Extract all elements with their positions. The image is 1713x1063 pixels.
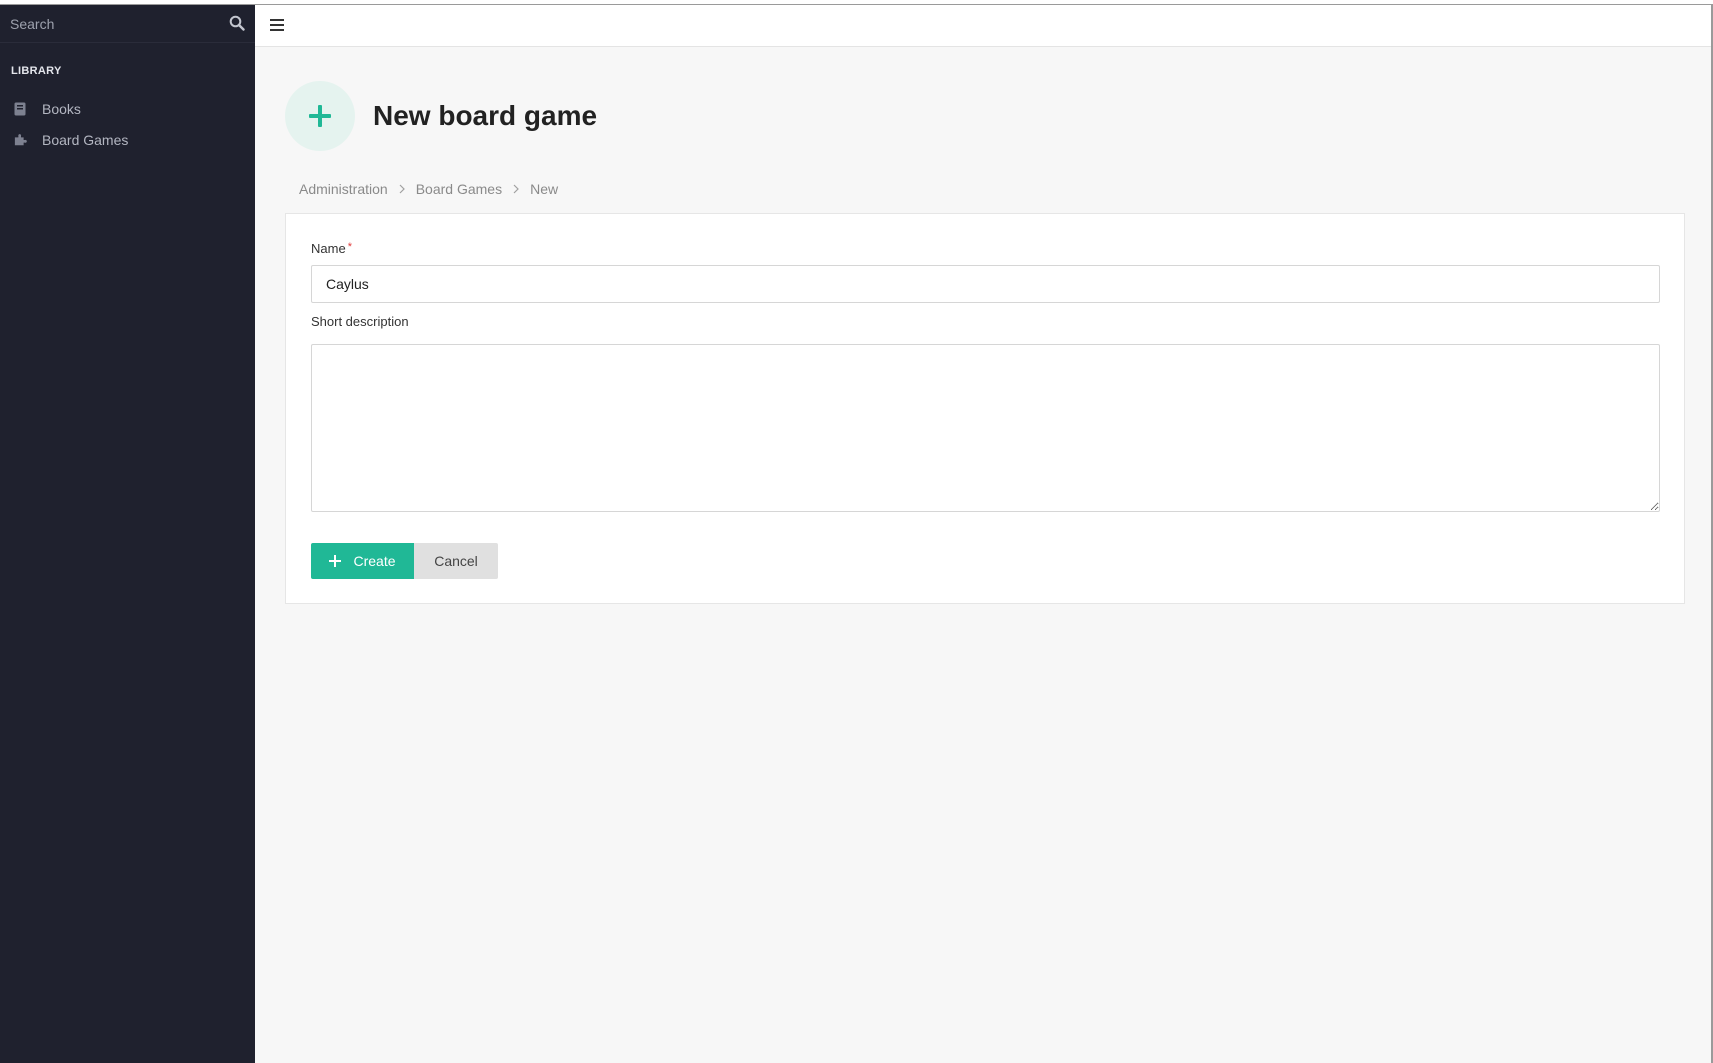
sidebar-item-board-games[interactable]: Board Games bbox=[0, 124, 255, 155]
description-label: Short description bbox=[311, 314, 409, 329]
search-input[interactable] bbox=[10, 15, 210, 32]
board-game-form: Name* Short description Create Cancel bbox=[285, 213, 1685, 604]
sidebar-item-label: Books bbox=[42, 100, 81, 117]
sidebar: LIBRARY Books Board Games bbox=[0, 5, 255, 1063]
breadcrumb-administration[interactable]: Administration bbox=[299, 181, 388, 197]
sidebar-item-label: Board Games bbox=[42, 131, 129, 148]
menu-toggle-icon[interactable] bbox=[270, 19, 284, 31]
create-button-label: Create bbox=[353, 553, 396, 569]
page-header: New board game bbox=[285, 81, 597, 151]
chevron-right-icon bbox=[398, 184, 406, 194]
search-icon[interactable] bbox=[229, 15, 245, 31]
puzzle-icon bbox=[14, 133, 28, 147]
name-label-text: Name bbox=[311, 241, 346, 256]
main-content: New board game Administration Board Game… bbox=[255, 47, 1711, 1063]
sidebar-section-title: LIBRARY bbox=[11, 65, 62, 77]
chevron-right-icon bbox=[512, 184, 520, 194]
create-button[interactable]: Create bbox=[311, 543, 414, 579]
required-mark: * bbox=[347, 241, 352, 253]
breadcrumb: Administration Board Games New bbox=[299, 181, 558, 197]
name-label: Name * bbox=[311, 241, 352, 256]
sidebar-search bbox=[0, 5, 255, 43]
top-bar bbox=[255, 5, 1711, 47]
book-icon bbox=[14, 102, 28, 116]
page-title: New board game bbox=[373, 100, 598, 131]
description-field[interactable] bbox=[311, 344, 1660, 512]
name-field[interactable] bbox=[311, 265, 1660, 303]
sidebar-item-books[interactable]: Books bbox=[0, 93, 255, 124]
plus-icon bbox=[329, 555, 342, 567]
breadcrumb-current: New bbox=[530, 181, 559, 197]
cancel-button[interactable]: Cancel bbox=[414, 543, 498, 579]
plus-icon bbox=[285, 81, 355, 151]
breadcrumb-board-games[interactable]: Board Games bbox=[416, 181, 502, 197]
